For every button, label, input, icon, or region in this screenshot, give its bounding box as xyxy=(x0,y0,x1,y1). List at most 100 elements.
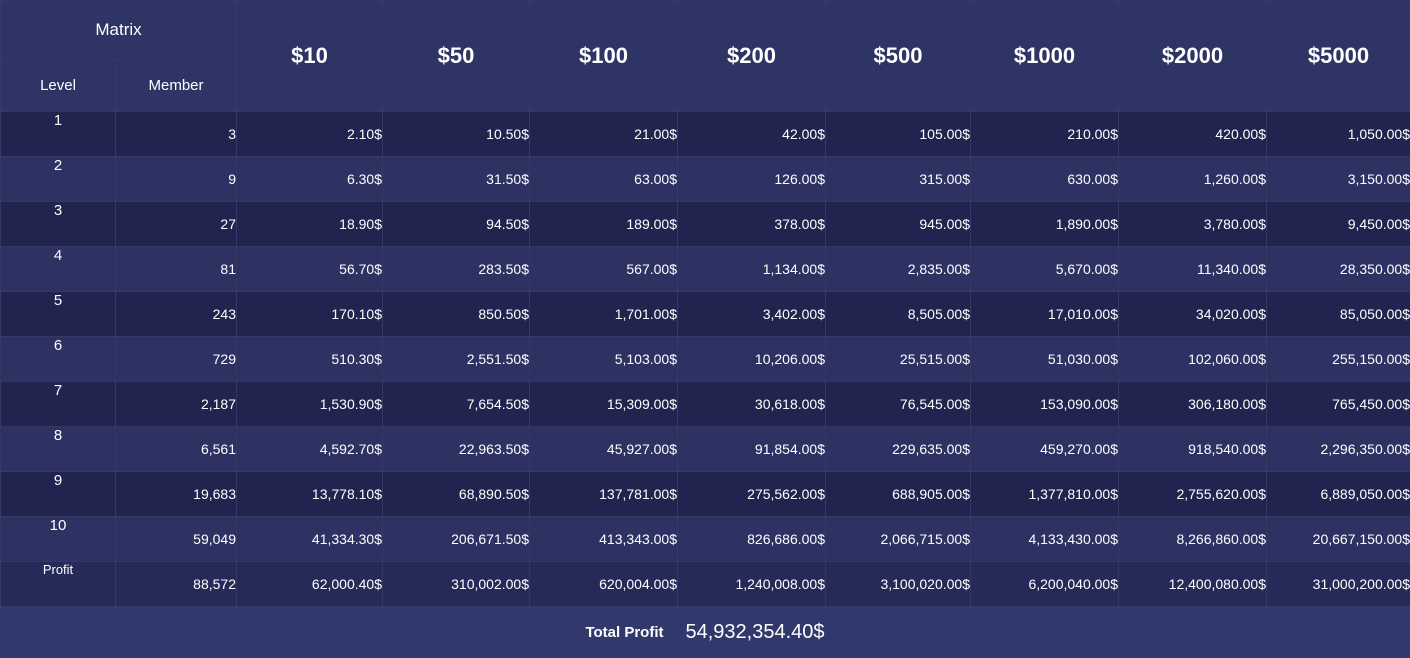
value-cell: 4,592.70$ xyxy=(237,427,383,472)
table-row: 3 27 18.90$ 94.50$ 189.00$ 378.00$ 945.0… xyxy=(1,202,1410,247)
header-price-100: $100 xyxy=(530,1,678,112)
profit-value-cell: 3,100,020.00$ xyxy=(826,562,971,607)
value-cell: 1,530.90$ xyxy=(237,382,383,427)
value-cell: 30,618.00$ xyxy=(678,382,826,427)
value-cell: 3,780.00$ xyxy=(1119,202,1267,247)
value-cell: 76,545.00$ xyxy=(826,382,971,427)
value-cell: 378.00$ xyxy=(678,202,826,247)
value-cell: 41,334.30$ xyxy=(237,517,383,562)
value-cell: 17,010.00$ xyxy=(971,292,1119,337)
header-level: Level xyxy=(1,60,116,112)
value-cell: 2,551.50$ xyxy=(383,337,530,382)
header-price-500: $500 xyxy=(826,1,971,112)
value-cell: 2,296,350.00$ xyxy=(1267,427,1410,472)
value-cell: 945.00$ xyxy=(826,202,971,247)
value-cell: 137,781.00$ xyxy=(530,472,678,517)
value-cell: 51,030.00$ xyxy=(971,337,1119,382)
table-row: 9 19,683 13,778.10$ 68,890.50$ 137,781.0… xyxy=(1,472,1410,517)
value-cell: 9,450.00$ xyxy=(1267,202,1410,247)
value-cell: 510.30$ xyxy=(237,337,383,382)
value-cell: 102,060.00$ xyxy=(1119,337,1267,382)
value-cell: 306,180.00$ xyxy=(1119,382,1267,427)
value-cell: 8,266,860.00$ xyxy=(1119,517,1267,562)
value-cell: 2,066,715.00$ xyxy=(826,517,971,562)
value-cell: 1,134.00$ xyxy=(678,247,826,292)
table-row: 6 729 510.30$ 2,551.50$ 5,103.00$ 10,206… xyxy=(1,337,1410,382)
level-cell: 3 xyxy=(1,202,116,247)
value-cell: 918,540.00$ xyxy=(1119,427,1267,472)
value-cell: 21.00$ xyxy=(530,112,678,157)
value-cell: 826,686.00$ xyxy=(678,517,826,562)
value-cell: 413,343.00$ xyxy=(530,517,678,562)
member-cell: 9 xyxy=(116,157,237,202)
value-cell: 4,133,430.00$ xyxy=(971,517,1119,562)
value-cell: 459,270.00$ xyxy=(971,427,1119,472)
member-cell: 81 xyxy=(116,247,237,292)
profit-value-cell: 62,000.40$ xyxy=(237,562,383,607)
value-cell: 13,778.10$ xyxy=(237,472,383,517)
profit-member-cell: 88,572 xyxy=(116,562,237,607)
value-cell: 31.50$ xyxy=(383,157,530,202)
value-cell: 63.00$ xyxy=(530,157,678,202)
table-row: 2 9 6.30$ 31.50$ 63.00$ 126.00$ 315.00$ … xyxy=(1,157,1410,202)
value-cell: 1,701.00$ xyxy=(530,292,678,337)
matrix-table: Matrix $10 $50 $100 $200 $500 $1000 $200… xyxy=(0,0,1410,607)
profit-value-cell: 12,400,080.00$ xyxy=(1119,562,1267,607)
value-cell: 210.00$ xyxy=(971,112,1119,157)
value-cell: 283.50$ xyxy=(383,247,530,292)
matrix-body: 1 3 2.10$ 10.50$ 21.00$ 42.00$ 105.00$ 2… xyxy=(1,112,1410,607)
member-cell: 6,561 xyxy=(116,427,237,472)
table-row: 5 243 170.10$ 850.50$ 1,701.00$ 3,402.00… xyxy=(1,292,1410,337)
header-matrix: Matrix xyxy=(1,1,237,60)
value-cell: 25,515.00$ xyxy=(826,337,971,382)
value-cell: 22,963.50$ xyxy=(383,427,530,472)
value-cell: 170.10$ xyxy=(237,292,383,337)
member-cell: 243 xyxy=(116,292,237,337)
level-cell: 4 xyxy=(1,247,116,292)
value-cell: 56.70$ xyxy=(237,247,383,292)
value-cell: 2.10$ xyxy=(237,112,383,157)
value-cell: 1,260.00$ xyxy=(1119,157,1267,202)
level-cell: 5 xyxy=(1,292,116,337)
profit-row: Profit 88,572 62,000.40$ 310,002.00$ 620… xyxy=(1,562,1410,607)
profit-label: Profit xyxy=(1,562,116,607)
value-cell: 28,350.00$ xyxy=(1267,247,1410,292)
profit-value-cell: 1,240,008.00$ xyxy=(678,562,826,607)
value-cell: 420.00$ xyxy=(1119,112,1267,157)
value-cell: 34,020.00$ xyxy=(1119,292,1267,337)
value-cell: 567.00$ xyxy=(530,247,678,292)
level-cell: 6 xyxy=(1,337,116,382)
value-cell: 6,889,050.00$ xyxy=(1267,472,1410,517)
value-cell: 5,103.00$ xyxy=(530,337,678,382)
value-cell: 850.50$ xyxy=(383,292,530,337)
profit-value-cell: 6,200,040.00$ xyxy=(971,562,1119,607)
table-row: 1 3 2.10$ 10.50$ 21.00$ 42.00$ 105.00$ 2… xyxy=(1,112,1410,157)
table-row: 7 2,187 1,530.90$ 7,654.50$ 15,309.00$ 3… xyxy=(1,382,1410,427)
table-row: 8 6,561 4,592.70$ 22,963.50$ 45,927.00$ … xyxy=(1,427,1410,472)
value-cell: 3,150.00$ xyxy=(1267,157,1410,202)
value-cell: 1,377,810.00$ xyxy=(971,472,1119,517)
member-cell: 19,683 xyxy=(116,472,237,517)
value-cell: 6.30$ xyxy=(237,157,383,202)
value-cell: 8,505.00$ xyxy=(826,292,971,337)
value-cell: 3,402.00$ xyxy=(678,292,826,337)
profit-value-cell: 310,002.00$ xyxy=(383,562,530,607)
header-price-50: $50 xyxy=(383,1,530,112)
value-cell: 206,671.50$ xyxy=(383,517,530,562)
profit-value-cell: 31,000,200.00$ xyxy=(1267,562,1410,607)
header-price-10: $10 xyxy=(237,1,383,112)
value-cell: 5,670.00$ xyxy=(971,247,1119,292)
value-cell: 85,050.00$ xyxy=(1267,292,1410,337)
header-price-200: $200 xyxy=(678,1,826,112)
value-cell: 1,050.00$ xyxy=(1267,112,1410,157)
value-cell: 1,890.00$ xyxy=(971,202,1119,247)
level-cell: 10 xyxy=(1,517,116,562)
value-cell: 105.00$ xyxy=(826,112,971,157)
value-cell: 10.50$ xyxy=(383,112,530,157)
table-row: 10 59,049 41,334.30$ 206,671.50$ 413,343… xyxy=(1,517,1410,562)
value-cell: 2,835.00$ xyxy=(826,247,971,292)
value-cell: 126.00$ xyxy=(678,157,826,202)
value-cell: 15,309.00$ xyxy=(530,382,678,427)
level-cell: 8 xyxy=(1,427,116,472)
value-cell: 11,340.00$ xyxy=(1119,247,1267,292)
